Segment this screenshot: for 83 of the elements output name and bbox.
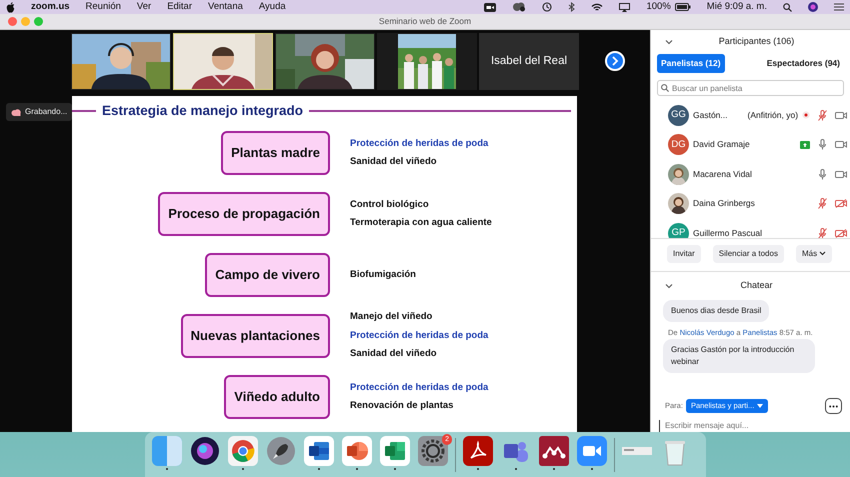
search-field[interactable]: Buscar un panelista xyxy=(657,80,844,96)
stage-box: Viñedo adulto xyxy=(224,374,330,419)
network-icon[interactable] xyxy=(539,436,569,466)
chat-title: Chatear xyxy=(739,279,774,292)
more-icon xyxy=(829,404,838,408)
siri-icon[interactable] xyxy=(808,2,818,12)
caret-icon xyxy=(819,251,826,256)
menu-item[interactable]: Ayuda xyxy=(258,0,286,14)
menu-clock[interactable]: Mié 9:09 a. m. xyxy=(706,0,767,14)
gear-icon[interactable] xyxy=(418,436,448,466)
slide-text: Sanidad del viñedo xyxy=(350,346,438,361)
slide-text: Manejo del viñedo xyxy=(350,310,434,324)
participant-name: Gastón... xyxy=(693,108,728,122)
cloud-icon[interactable] xyxy=(512,2,526,12)
stage-box: Proceso de propagación xyxy=(158,192,330,236)
pdf-icon[interactable] xyxy=(463,436,493,466)
slide-text: Biofumigación xyxy=(350,268,416,282)
apple-icon xyxy=(6,2,15,12)
avatar: GP xyxy=(668,222,689,238)
video-tile: Isabel del Real xyxy=(479,33,579,90)
collapse-icon[interactable] xyxy=(665,282,673,289)
cloud-icon xyxy=(11,108,21,116)
recording-badge[interactable]: Grabando... xyxy=(6,103,72,121)
stage-box: Campo de vivero xyxy=(205,252,330,297)
slide-text: Protección de heridas de poda xyxy=(350,328,488,343)
orb-icon[interactable] xyxy=(190,436,220,466)
app-menu[interactable]: zoom.us xyxy=(31,0,70,14)
collapse-icon[interactable] xyxy=(665,38,673,45)
tab[interactable]: Espectadores (94) xyxy=(762,54,844,73)
panel-button[interactable]: Silenciar a todos xyxy=(712,244,784,263)
recording-label: Grabando... xyxy=(25,106,68,118)
document-icon[interactable] xyxy=(304,436,334,466)
avatar: DG xyxy=(668,134,689,156)
menu-icon[interactable] xyxy=(834,3,844,11)
chat-message: Buenos dias desde Brasil xyxy=(663,300,770,322)
slide-text: Sanidad del viñedo xyxy=(350,154,438,169)
participant-name: Daina Grinbergs xyxy=(693,197,755,210)
slide-title: Estrategia de manejo integrado xyxy=(102,102,304,120)
tab[interactable]: Panelistas (12) xyxy=(657,54,725,73)
panel-button[interactable]: Invitar xyxy=(667,244,701,263)
more-button[interactable] xyxy=(825,398,842,414)
participant-row[interactable]: GG Gastón... (Anfitrión, yo) xyxy=(668,100,850,130)
slide-text: Protección de heridas de poda xyxy=(350,380,488,394)
panel-button[interactable]: Más xyxy=(796,244,832,263)
participant-row[interactable]: GP Guillermo Pascual xyxy=(668,218,850,238)
participant-name: Macarena Vidal xyxy=(693,168,752,181)
participant-role: (Anfitrión, yo) xyxy=(748,108,798,122)
rocket-icon[interactable] xyxy=(266,436,296,466)
slide-text: Renovación de plantas xyxy=(350,398,454,413)
caret-icon xyxy=(757,404,764,408)
participant-row[interactable]: Macarena Vidal xyxy=(668,159,850,190)
menu-item[interactable]: Reunión xyxy=(86,0,121,14)
chat-message: Gracias Gastón por la introducción webinar xyxy=(663,338,815,373)
battery-icon xyxy=(674,3,691,11)
stage-box: Plantas madre xyxy=(221,130,330,175)
display-icon[interactable] xyxy=(619,2,630,12)
participant-row[interactable]: DG David Gramaje xyxy=(668,130,850,160)
avatar: GG xyxy=(668,104,689,126)
menu-item[interactable]: Editar xyxy=(167,0,192,14)
menu-item[interactable]: Ver xyxy=(136,0,152,14)
browser-icon[interactable] xyxy=(228,436,258,466)
participant-row[interactable]: Daina Grinbergs xyxy=(668,189,850,219)
bluetooth-icon[interactable] xyxy=(568,2,576,12)
stage-box: Nuevas plantaciones xyxy=(180,314,330,358)
slide-text: Protección de heridas de poda xyxy=(350,136,488,150)
participant-name: Guillermo Pascual xyxy=(693,227,762,238)
search-icon xyxy=(661,84,669,92)
participant-name: David Gramaje xyxy=(693,138,750,152)
video-camera-icon[interactable] xyxy=(577,436,607,466)
slide-text: Control biológico xyxy=(350,198,430,212)
battery-level: 100% xyxy=(646,0,671,14)
spreadsheet-icon[interactable] xyxy=(380,436,410,466)
chevron-right-icon xyxy=(611,56,619,66)
menu-item[interactable]: Ventana xyxy=(208,0,243,14)
search-icon[interactable] xyxy=(783,2,792,12)
next-button[interactable] xyxy=(605,51,625,71)
slide-text: Termoterapia con agua caliente xyxy=(350,216,492,230)
clock-icon[interactable] xyxy=(542,2,552,12)
panel-title: Participantes (106) xyxy=(718,35,796,48)
wifi-icon[interactable] xyxy=(591,2,604,12)
presentation-icon[interactable] xyxy=(342,436,372,466)
window-title: Seminario web de Zoom xyxy=(378,15,472,28)
video-icon[interactable] xyxy=(484,2,496,12)
